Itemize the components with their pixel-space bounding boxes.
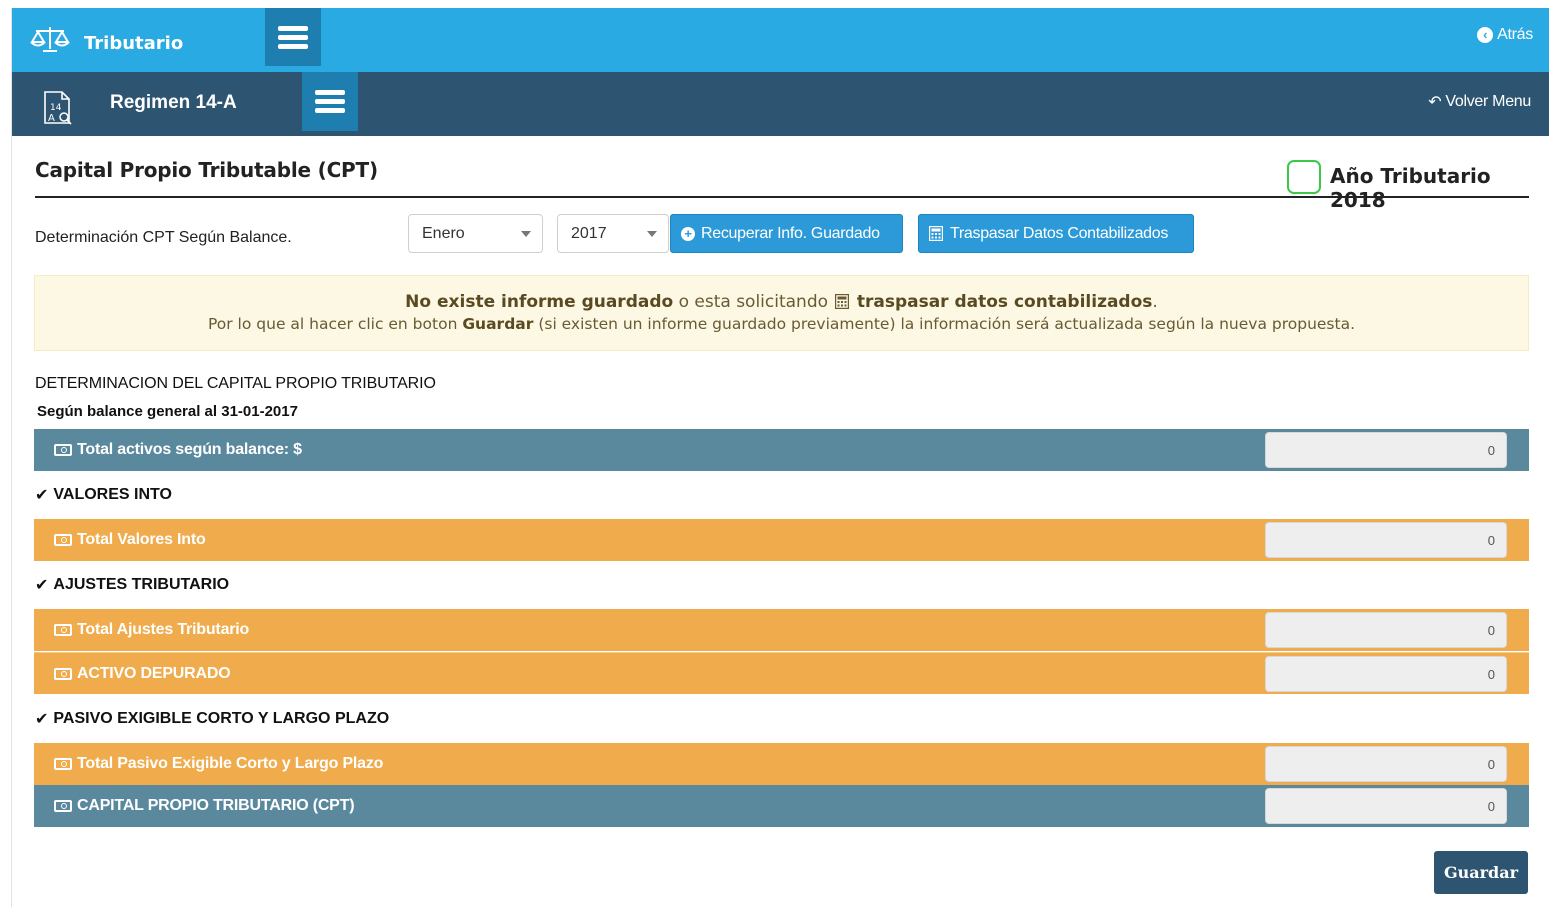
circle-arrow-left-icon: ‹ [1477, 27, 1494, 43]
alert-bold-1: No existe informe guardado [405, 292, 674, 312]
hamburger-icon [278, 22, 308, 53]
check-icon: ✔ [35, 487, 49, 504]
row-total-pasivo: Total Pasivo Exigible Corto y Largo Plaz… [34, 743, 1529, 785]
brand-title: Tributario [84, 32, 184, 54]
guardar-button[interactable]: Guardar [1434, 851, 1528, 894]
group-ajustes-tributario: ✔ AJUSTES TRIBUTARIO [35, 575, 229, 595]
month-select[interactable]: Enero [408, 214, 543, 253]
document-14a-icon: 14 A [42, 90, 74, 126]
info-alert: No existe informe guardado o esta solici… [34, 275, 1529, 351]
check-icon: ✔ [35, 711, 49, 728]
reply-arrow-icon: ↶ [1428, 94, 1442, 111]
row-label: CAPITAL PROPIO TRIBUTARIO (CPT) [77, 797, 355, 814]
total-valores-into-field[interactable]: 0 [1265, 522, 1507, 558]
month-select-value: Enero [422, 225, 465, 242]
alert-line-2: Por lo que al hacer clic en boton Guarda… [35, 315, 1528, 333]
year-checkbox[interactable] [1287, 160, 1321, 194]
money-icon [54, 758, 72, 770]
money-icon [54, 624, 72, 636]
year-label: Año Tributario 2018 [1330, 164, 1491, 212]
total-ajustes-field[interactable]: 0 [1265, 612, 1507, 648]
section-subtitle: Según balance general al 31-01-2017 [37, 403, 298, 420]
section-title: DETERMINACION DEL CAPITAL PROPIO TRIBUTA… [35, 375, 436, 392]
total-activos-field[interactable]: 0 [1265, 432, 1507, 468]
hamburger-icon [315, 86, 345, 117]
group-valores-into: ✔ VALORES INTO [35, 485, 172, 505]
volver-menu-link[interactable]: ↶ Volver Menu [1428, 92, 1531, 112]
recuperar-info-button[interactable]: + Recuperar Info. Guardado [670, 214, 903, 253]
main-menu-toggle-button[interactable] [265, 8, 321, 66]
total-pasivo-field[interactable]: 0 [1265, 746, 1507, 782]
traspasar-datos-button[interactable]: Traspasar Datos Contabilizados [918, 214, 1194, 253]
group-label: AJUSTES TRIBUTARIO [53, 576, 230, 593]
brand[interactable]: Tributario [30, 8, 183, 72]
row-label: Total Pasivo Exigible Corto y Largo Plaz… [77, 755, 384, 772]
money-icon [54, 444, 72, 456]
alert-end-1: . [1152, 292, 1158, 312]
volver-label: Volver Menu [1445, 93, 1531, 110]
back-link[interactable]: ‹ Atrás [1477, 26, 1533, 44]
recuperar-label: Recuperar Info. Guardado [701, 224, 880, 242]
money-icon [54, 668, 72, 680]
row-capital-propio: CAPITAL PROPIO TRIBUTARIO (CPT) 0 [34, 785, 1529, 827]
traspasar-label: Traspasar Datos Contabilizados [950, 224, 1169, 242]
row-activo-depurado: ACTIVO DEPURADO 0 [34, 652, 1529, 694]
row-label: Total Ajustes Tributario [77, 621, 250, 638]
alert-line-1: No existe informe guardado o esta solici… [35, 292, 1528, 312]
scales-icon [30, 24, 70, 57]
module-menu-toggle-button[interactable] [302, 72, 358, 131]
back-label: Atrás [1497, 26, 1533, 43]
chevron-down-icon [647, 231, 657, 237]
page-title: Capital Propio Tributable (CPT) [35, 158, 378, 182]
calculator-icon [835, 293, 850, 310]
group-label: PASIVO EXIGIBLE CORTO Y LARGO PLAZO [53, 710, 390, 727]
alert-bold-2: traspasar datos contabilizados [856, 292, 1153, 312]
row-total-activos: Total activos según balance: $ 0 [34, 429, 1529, 471]
alert-text-2b: (si existen un informe guardado previame… [533, 315, 1356, 333]
group-pasivo-exigible: ✔ PASIVO EXIGIBLE CORTO Y LARGO PLAZO [35, 709, 389, 729]
capital-propio-field[interactable]: 0 [1265, 788, 1507, 824]
calculator-icon [928, 225, 944, 242]
chevron-down-icon [521, 231, 531, 237]
alert-text-1: o esta solicitando [673, 292, 834, 312]
row-label: Total activos según balance: $ [77, 441, 302, 458]
activo-depurado-field[interactable]: 0 [1265, 656, 1507, 692]
row-label: Total Valores Into [77, 531, 206, 548]
header-divider [35, 196, 1529, 198]
row-total-valores-into: Total Valores Into 0 [34, 519, 1529, 561]
app-frame: Tributario ‹ Atrás 14 A Regimen 14-A ↶ V… [11, 8, 1549, 907]
year-select[interactable]: 2017 [557, 214, 669, 253]
alert-bold-guardar: Guardar [462, 315, 534, 333]
module-navbar: 14 A Regimen 14-A ↶ Volver Menu [12, 72, 1549, 136]
top-navbar: Tributario ‹ Atrás [12, 8, 1549, 72]
module-title: Regimen 14-A [110, 92, 237, 113]
plus-circle-icon: + [681, 226, 695, 241]
alert-text-2a: Por lo que al hacer clic en boton [207, 315, 463, 333]
row-label: ACTIVO DEPURADO [77, 665, 231, 682]
money-icon [54, 800, 72, 812]
group-label: VALORES INTO [53, 486, 172, 503]
money-icon [54, 534, 72, 546]
check-icon: ✔ [35, 577, 49, 594]
year-select-value: 2017 [571, 225, 607, 242]
row-total-ajustes: Total Ajustes Tributario 0 [34, 609, 1529, 651]
determinacion-label: Determinación CPT Según Balance. [35, 229, 292, 246]
svg-text:A: A [48, 113, 55, 124]
svg-text:14: 14 [50, 103, 62, 113]
